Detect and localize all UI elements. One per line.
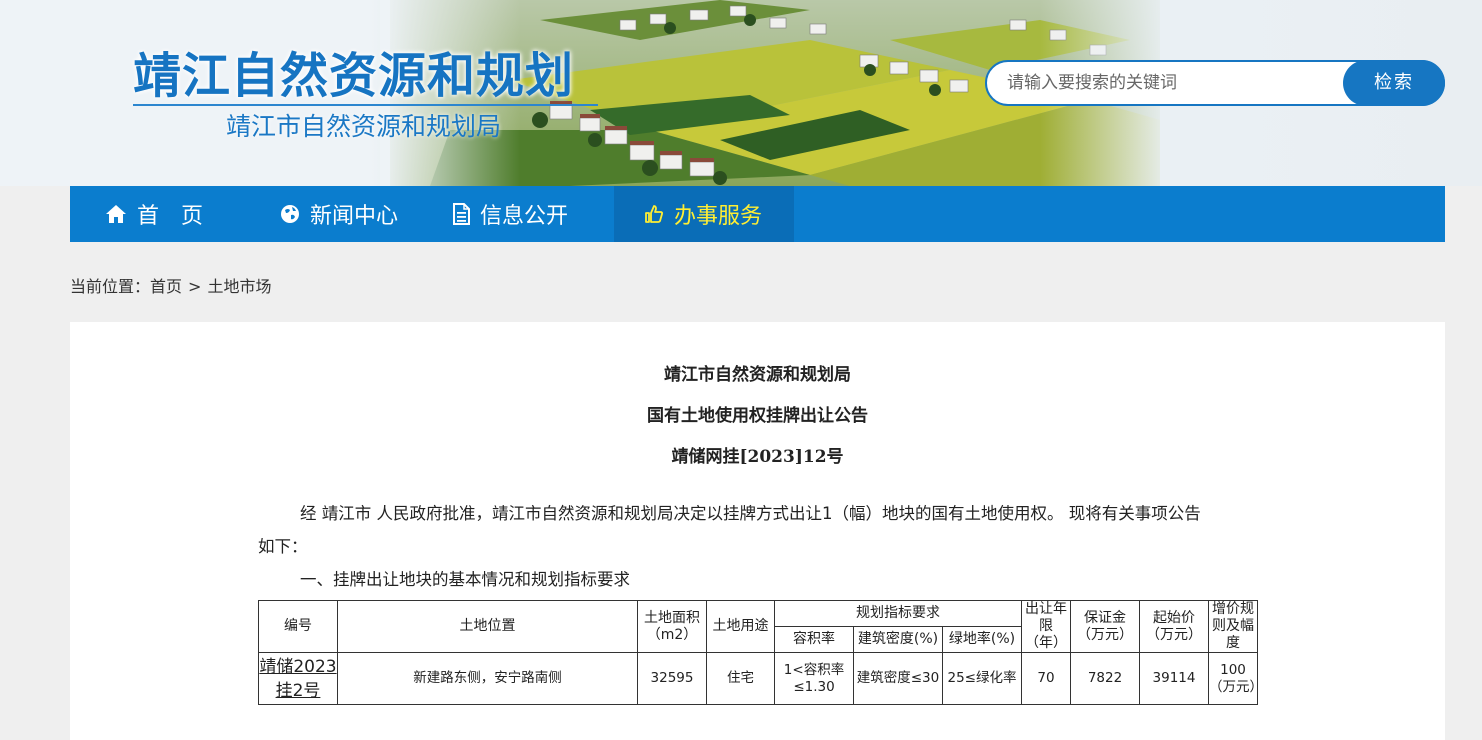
article-content: 靖江市自然资源和规划局 国有土地使用权挂牌出让公告 靖储网挂[2023]12号 …: [70, 322, 1445, 740]
logo-divider: [133, 104, 598, 106]
parcel-code-link[interactable]: 靖储2023挂2号: [259, 657, 336, 701]
search-input[interactable]: [1007, 62, 1337, 104]
search-box: 检索: [985, 60, 1445, 106]
article-title-number: 靖储网挂[2023]12号: [671, 447, 844, 467]
cell-area: 32595: [637, 652, 707, 705]
cell-location: 新建路东侧，安宁路南侧: [337, 652, 638, 705]
header-deposit: 保证金（万元）: [1070, 600, 1140, 653]
header-start-price: 起始价（万元）: [1139, 600, 1209, 653]
header-planning: 规划指标要求: [774, 600, 1022, 627]
intro-line-2: 如下：: [258, 537, 308, 556]
nav-item-label: 新闻中心: [310, 204, 399, 229]
table-row: 靖储2023挂2号 新建路东侧，安宁路南侧 32595 住宅 1<容积率≤1.3…: [258, 652, 1263, 705]
thumbs-up-icon: [645, 205, 664, 223]
document-icon: [453, 203, 470, 225]
header-code: 编号: [258, 600, 338, 653]
cell-increment: 100（万元）: [1208, 652, 1263, 705]
breadcrumb-separator: >: [188, 277, 202, 296]
nav-item-home[interactable]: 首 页: [70, 186, 260, 242]
nav-item-info-disclosure[interactable]: 信息公开: [440, 186, 614, 242]
breadcrumb-current-link[interactable]: 土地市场: [207, 277, 271, 296]
cell-use: 住宅: [706, 652, 775, 705]
breadcrumb-prefix: 当前位置：: [70, 277, 151, 296]
nav-item-label: 信息公开: [480, 204, 569, 229]
section-heading-1: 一、挂牌出让地块的基本情况和规划指标要求: [300, 570, 630, 589]
header-increment: 增价规则及幅度: [1208, 600, 1258, 653]
site-header: 靖江自然资源和规划 靖江市自然资源和规划局 检索: [0, 0, 1482, 186]
nav-item-label: 办事服务: [674, 204, 763, 229]
land-parcel-table: 编号 土地位置 土地面积（m2） 土地用途 规划指标要求 出让年限（年） 保证金…: [258, 600, 1263, 705]
header-green: 绿地率(%): [942, 626, 1022, 653]
nav-item-services[interactable]: 办事服务: [614, 186, 794, 242]
breadcrumb-home-link[interactable]: 首页: [150, 277, 182, 296]
header-location: 土地位置: [337, 600, 638, 653]
search-button[interactable]: 检索: [1343, 60, 1445, 106]
header-area: 土地面积（m2）: [637, 600, 707, 653]
cell-term: 70: [1021, 652, 1071, 705]
cell-plot-ratio: 1<容积率≤1.30: [774, 652, 854, 705]
main-navigation: 首 页 新闻中心 信息公开 办事服务: [70, 186, 1445, 242]
intro-line-1: 经 靖江市 人民政府批准，靖江市自然资源和规划局决定以挂牌方式出让1（幅）地块的…: [300, 504, 1201, 523]
globe-icon: [281, 205, 299, 223]
header-use: 土地用途: [706, 600, 775, 653]
header-density: 建筑密度(%): [853, 626, 943, 653]
nav-item-label: 首 页: [137, 204, 204, 229]
home-icon: [106, 205, 126, 223]
cell-density: 建筑密度≤30: [853, 652, 943, 705]
cell-green: 25≤绿化率: [942, 652, 1022, 705]
header-plot-ratio: 容积率: [774, 626, 854, 653]
header-term: 出让年限（年）: [1021, 600, 1071, 653]
cell-start-price: 39114: [1139, 652, 1209, 705]
table-header-row: 编号 土地位置 土地面积（m2） 土地用途 规划指标要求 出让年限（年） 保证金…: [258, 600, 1258, 653]
cell-deposit: 7822: [1070, 652, 1140, 705]
article-title-main: 国有土地使用权挂牌出让公告: [647, 406, 868, 426]
breadcrumb: 当前位置：首页 > 土地市场: [70, 273, 271, 297]
nav-item-news[interactable]: 新闻中心: [260, 186, 440, 242]
article-title-issuer: 靖江市自然资源和规划局: [664, 365, 851, 385]
site-logo-subtitle: 靖江市自然资源和规划局: [226, 112, 502, 141]
article-intro-paragraph: 经 靖江市 人民政府批准，靖江市自然资源和规划局决定以挂牌方式出让1（幅）地块的…: [258, 497, 1258, 596]
site-logo-title[interactable]: 靖江自然资源和规划: [133, 36, 574, 106]
